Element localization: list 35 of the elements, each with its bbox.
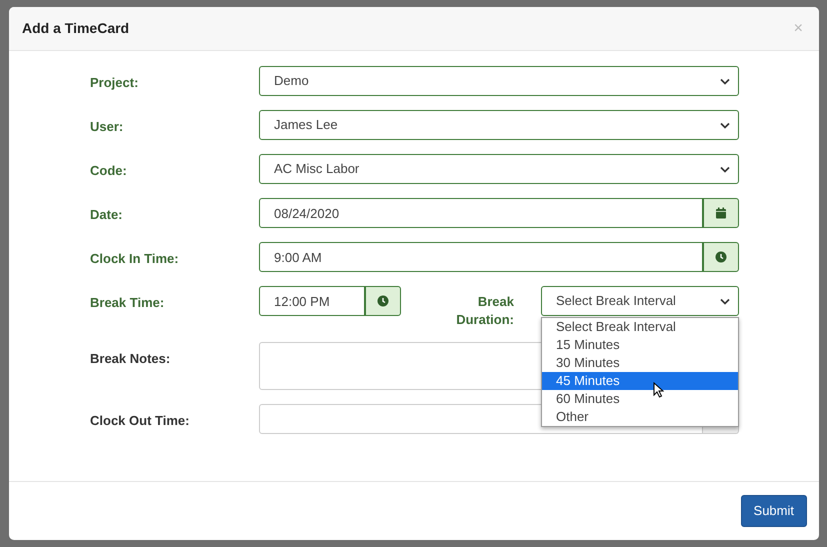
field-label: Project: (90, 74, 140, 92)
field-label: Break Duration: (455, 293, 514, 328)
dropdown-option[interactable]: 15 Minutes (542, 336, 738, 354)
field-label: Date: (90, 206, 124, 224)
dropdown-option[interactable]: 30 Minutes (542, 354, 738, 372)
field-label: Clock In Time: (90, 250, 180, 268)
field-label: Code: (90, 162, 128, 180)
field-label: Break Notes: (90, 350, 172, 368)
dropdown-option[interactable]: 45 Minutes (542, 372, 738, 390)
clock-icon (715, 251, 727, 263)
select-field[interactable]: AC Misc Labor (259, 154, 739, 184)
clock-button[interactable] (703, 242, 739, 272)
select-field[interactable]: Select Break Interval (541, 286, 739, 316)
dialog-title: Add a TimeCard (22, 19, 130, 38)
field-label: Break Time: (90, 294, 166, 312)
chevron-icon (720, 122, 730, 128)
chevron-icon (720, 166, 730, 172)
clock-button[interactable] (365, 286, 401, 316)
submit-button[interactable]: Submit (740, 495, 807, 527)
mouse-pointer-icon (653, 382, 664, 398)
clock-icon (377, 295, 389, 307)
dropdown-option[interactable]: Select Break Interval (542, 318, 738, 336)
select-field[interactable]: James Lee (259, 110, 739, 140)
field-label: User: (90, 118, 124, 136)
chevron-icon (720, 298, 730, 304)
time-field[interactable]: 12:00 PM (259, 286, 365, 316)
time-field[interactable]: 9:00 AM (259, 242, 703, 272)
dropdown-option[interactable]: 60 Minutes (542, 390, 738, 408)
calendar-icon (715, 207, 727, 219)
field-label: Clock Out Time: (90, 412, 190, 430)
chevron-icon (720, 78, 730, 84)
date-field[interactable]: 08/24/2020 (259, 198, 703, 228)
dropdown-option[interactable]: Other (542, 408, 738, 426)
calendar-button[interactable] (703, 198, 739, 228)
select-field[interactable]: Demo (259, 66, 739, 96)
